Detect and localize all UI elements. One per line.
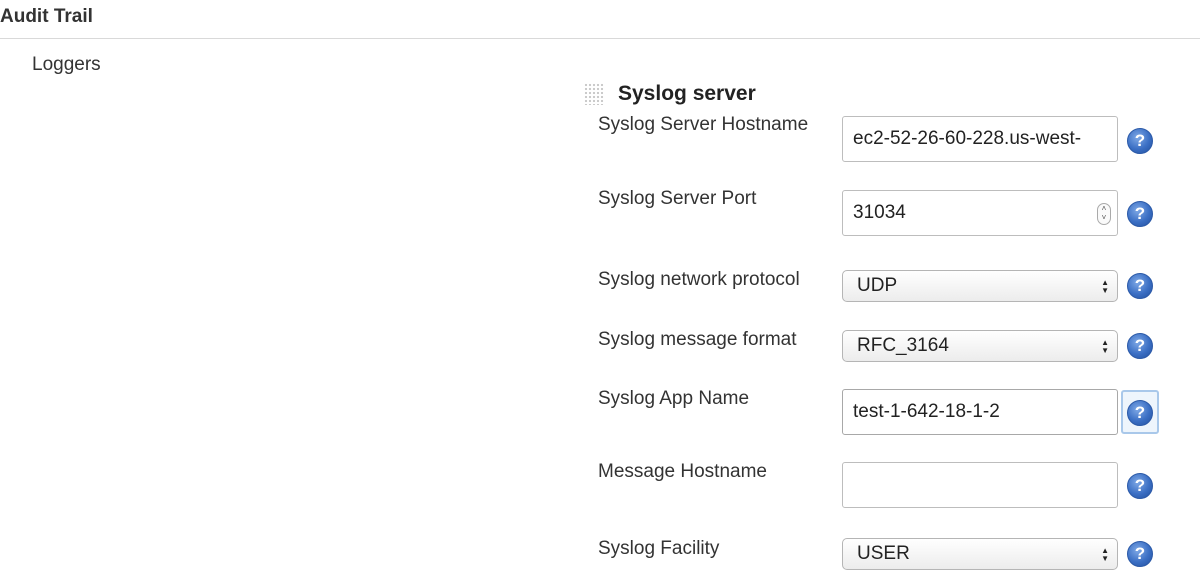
facility-selected-value: USER [857, 543, 910, 564]
drag-handle-icon[interactable] [584, 83, 604, 105]
protocol-selected-value: UDP [857, 275, 898, 296]
section-title: Audit Trail [0, 6, 93, 27]
hostname-label: Syslog Server Hostname [598, 114, 809, 135]
port-label: Syslog Server Port [598, 188, 757, 209]
select-arrows-icon: ▲ ▼ [1101, 337, 1109, 355]
select-arrows-icon: ▲ ▼ [1101, 545, 1109, 563]
select-arrows-icon: ▲ ▼ [1101, 277, 1109, 295]
section-header: Audit Trail [0, 0, 1200, 39]
help-icon[interactable]: ? [1127, 333, 1153, 359]
app-name-input[interactable]: test-1-642-18-1-2 [842, 389, 1118, 435]
help-icon[interactable]: ? [1127, 201, 1153, 227]
app-name-label: Syslog App Name [598, 388, 750, 409]
help-icon[interactable]: ? [1127, 541, 1153, 567]
format-label: Syslog message format [598, 329, 797, 350]
help-icon[interactable]: ? [1127, 273, 1153, 299]
help-icon[interactable]: ? [1127, 400, 1153, 426]
protocol-label: Syslog network protocol [598, 269, 800, 290]
format-selected-value: RFC_3164 [857, 335, 949, 356]
facility-select[interactable]: USER ▲ ▼ [842, 538, 1118, 570]
stepper-up-icon[interactable]: ˄ [1102, 204, 1107, 213]
port-value: 31034 [853, 202, 906, 223]
port-input[interactable]: 31034 ˄ ˅ [842, 190, 1118, 236]
hostname-input[interactable]: ec2-52-26-60-228.us-west- [842, 116, 1118, 162]
format-select[interactable]: RFC_3164 ▲ ▼ [842, 330, 1118, 362]
loggers-label: Loggers [32, 54, 101, 75]
stepper-down-icon[interactable]: ˅ [1102, 213, 1107, 222]
help-icon[interactable]: ? [1127, 473, 1153, 499]
message-hostname-label: Message Hostname [598, 461, 767, 482]
facility-label: Syslog Facility [598, 538, 720, 559]
syslog-server-title: Syslog server [618, 82, 756, 105]
protocol-select[interactable]: UDP ▲ ▼ [842, 270, 1118, 302]
message-hostname-input[interactable] [842, 462, 1118, 508]
help-icon[interactable]: ? [1127, 128, 1153, 154]
number-stepper-icon[interactable]: ˄ ˅ [1097, 203, 1111, 225]
